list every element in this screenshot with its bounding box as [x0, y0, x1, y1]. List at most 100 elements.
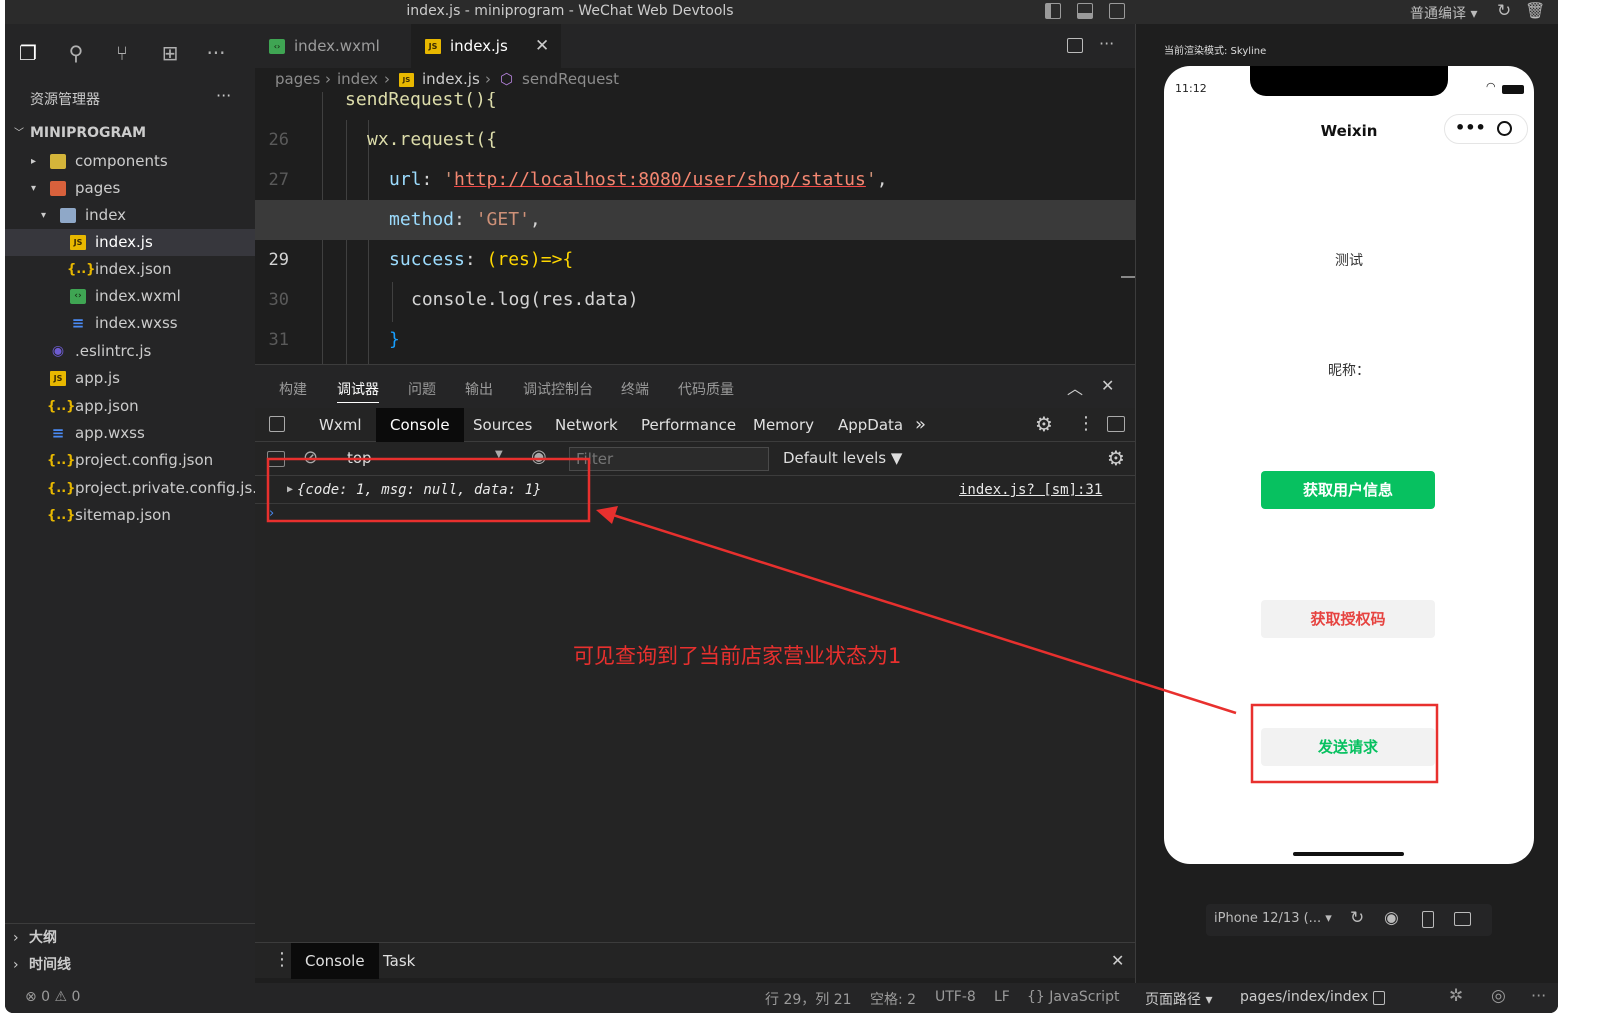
console-prompt-icon[interactable]: ›: [269, 506, 274, 521]
toggle-split-icon[interactable]: [1109, 3, 1125, 19]
send-request-button[interactable]: 发送请求: [1261, 728, 1435, 766]
tree-item-project-config[interactable]: {..} project.config.json: [5, 447, 255, 474]
code-editor[interactable]: 26 sendRequest(){ 27 wx.request({ 28 url…: [255, 92, 1135, 364]
drawer-tab-task[interactable]: Task: [369, 943, 429, 979]
panel-tab-problems[interactable]: 问题: [408, 379, 436, 399]
toggle-panel-icon[interactable]: [1077, 3, 1093, 19]
tree-item-app-json[interactable]: {..} app.json: [5, 393, 255, 420]
encoding[interactable]: UTF-8: [935, 989, 976, 1005]
close-icon[interactable]: ✕: [535, 24, 549, 68]
breadcrumb-item[interactable]: index: [337, 70, 378, 88]
console-log-entry[interactable]: ▶ {code: 1, msg: null, data: 1} index.js…: [255, 476, 1135, 504]
close-icon[interactable]: ✕: [1101, 376, 1114, 395]
devtools-tab-network[interactable]: Network: [541, 408, 632, 442]
undock-icon[interactable]: [1107, 416, 1125, 432]
inspect-element-icon[interactable]: [269, 416, 285, 432]
language-mode[interactable]: {} JavaScript: [1027, 989, 1119, 1005]
clear-cache-icon[interactable]: 🗑: [1525, 1, 1545, 20]
tree-item-app-js[interactable]: JS app.js: [5, 365, 255, 392]
panel-tab-terminal[interactable]: 终端: [621, 379, 649, 399]
chevron-up-icon[interactable]: ︿: [1067, 375, 1083, 399]
close-miniprogram-icon[interactable]: [1497, 121, 1512, 136]
console-log-object[interactable]: {code: 1, msg: null, data: 1}: [297, 476, 541, 504]
outline-section[interactable]: › 大纲: [5, 923, 255, 951]
devtools-tab-memory[interactable]: Memory: [739, 408, 828, 442]
settings-icon[interactable]: ⚙: [1035, 412, 1053, 436]
tree-item-index-wxml[interactable]: ‹› index.wxml: [5, 283, 255, 310]
panel-tab-output[interactable]: 输出: [465, 379, 493, 399]
console-filter-input[interactable]: [569, 447, 769, 471]
panel-tab-debug-console[interactable]: 调试控制台: [523, 379, 593, 399]
drawer-tab-console[interactable]: Console: [291, 943, 379, 979]
tree-item-app-wxss[interactable]: ≡ app.wxss: [5, 420, 255, 447]
tree-item-index-json[interactable]: {..} index.json: [5, 256, 255, 283]
tab-index-wxml[interactable]: ‹› index.wxml: [255, 24, 411, 68]
preview-eye-icon[interactable]: ◎: [1491, 986, 1506, 1006]
tree-item-components[interactable]: ▸ components: [5, 148, 255, 175]
drawer-menu-icon[interactable]: ⋮: [273, 949, 291, 970]
breadcrumb-item[interactable]: index.js: [422, 70, 480, 88]
tab-index-js[interactable]: JS index.js ✕: [411, 24, 561, 68]
panel-tab-build[interactable]: 构建: [279, 379, 307, 399]
panel-tab-code-quality[interactable]: 代码质量: [678, 379, 734, 399]
clear-console-icon[interactable]: ⊘: [303, 447, 318, 468]
expand-arrow-icon[interactable]: ▶: [287, 476, 293, 504]
console-source-link[interactable]: index.js? [sm]:31: [959, 476, 1102, 504]
devtools-tab-console[interactable]: Console: [376, 408, 464, 442]
window-icon[interactable]: [1454, 912, 1471, 926]
tree-item-sitemap[interactable]: {..} sitemap.json: [5, 502, 255, 529]
extensions-icon[interactable]: ⊞: [159, 42, 181, 64]
explorer-icon[interactable]: ❐: [17, 42, 39, 64]
problems-count[interactable]: ⊗ 0 ⚠ 0: [25, 989, 80, 1005]
tree-item-pages[interactable]: ▾ pages: [5, 175, 255, 202]
close-drawer-icon[interactable]: ✕: [1111, 951, 1124, 970]
live-expression-eye-icon[interactable]: ◉: [531, 446, 547, 467]
more-dots-icon[interactable]: •••: [1455, 118, 1486, 137]
more-actions-icon[interactable]: ···: [1099, 34, 1114, 53]
record-icon[interactable]: ◉: [1384, 908, 1399, 928]
code-url[interactable]: http://localhost:8080/user/shop/status: [454, 169, 866, 190]
page-path-label[interactable]: 页面路径 ▾: [1145, 989, 1212, 1009]
more-tabs-icon[interactable]: »: [915, 408, 926, 442]
tree-item-index-folder[interactable]: ▾ index: [5, 202, 255, 229]
toggle-sidebar-icon[interactable]: [1045, 3, 1061, 19]
device-select[interactable]: iPhone 12/13 (... ▾: [1214, 911, 1332, 926]
console-settings-icon[interactable]: ⚙: [1107, 446, 1125, 470]
tree-item-eslintrc[interactable]: ◉ .eslintrc.js: [5, 338, 255, 365]
bug-icon[interactable]: ✲: [1449, 986, 1463, 1006]
more-icon[interactable]: ···: [205, 42, 227, 64]
devtools-tab-performance[interactable]: Performance: [627, 408, 750, 442]
get-user-info-button[interactable]: 获取用户信息: [1261, 471, 1435, 509]
compile-mode-select[interactable]: 普通编译 ▾: [1410, 3, 1477, 23]
context-select[interactable]: top ▼: [347, 449, 507, 467]
refresh-icon[interactable]: ↻: [1497, 1, 1511, 21]
line-ending[interactable]: LF: [994, 989, 1010, 1005]
devtools-tab-appdata[interactable]: AppData: [824, 408, 917, 442]
log-levels-select[interactable]: Default levels ▼: [783, 449, 902, 467]
tree-item-project-private-config[interactable]: {..} project.private.config.js...: [5, 475, 267, 502]
panel-tab-debugger[interactable]: 调试器: [337, 379, 379, 403]
tree-root[interactable]: ﹀ MINIPROGRAM: [5, 120, 255, 147]
get-auth-code-button[interactable]: 获取授权码: [1261, 600, 1435, 638]
tree-item-index-js[interactable]: JS index.js: [5, 229, 255, 256]
explorer-more-button[interactable]: ···: [216, 86, 231, 105]
devtools-tab-sources[interactable]: Sources: [459, 408, 546, 442]
timeline-section[interactable]: › 时间线: [5, 951, 255, 979]
kebab-menu-icon[interactable]: ⋮: [1077, 413, 1095, 434]
page-path[interactable]: pages/index/index: [1240, 989, 1368, 1005]
code-key: url: [389, 169, 422, 190]
split-editor-icon[interactable]: [1067, 38, 1083, 53]
phone-icon[interactable]: [1422, 911, 1434, 928]
source-control-icon[interactable]: ⑂: [111, 42, 133, 64]
breadcrumb-item[interactable]: pages: [275, 70, 320, 88]
breadcrumb-item[interactable]: sendRequest: [522, 70, 619, 88]
more-icon[interactable]: ···: [1531, 986, 1546, 1005]
rotate-icon[interactable]: ↻: [1350, 908, 1364, 928]
indentation[interactable]: 空格: 2: [870, 989, 916, 1009]
devtools-tab-wxml[interactable]: Wxml: [305, 408, 376, 442]
copy-icon[interactable]: [1373, 991, 1385, 1005]
tree-item-index-wxss[interactable]: ≡ index.wxss: [5, 310, 255, 337]
search-icon[interactable]: ⚲: [65, 42, 87, 64]
sidebar-toggle-icon[interactable]: [267, 451, 285, 467]
cursor-position[interactable]: 行 29，列 21: [765, 989, 852, 1009]
